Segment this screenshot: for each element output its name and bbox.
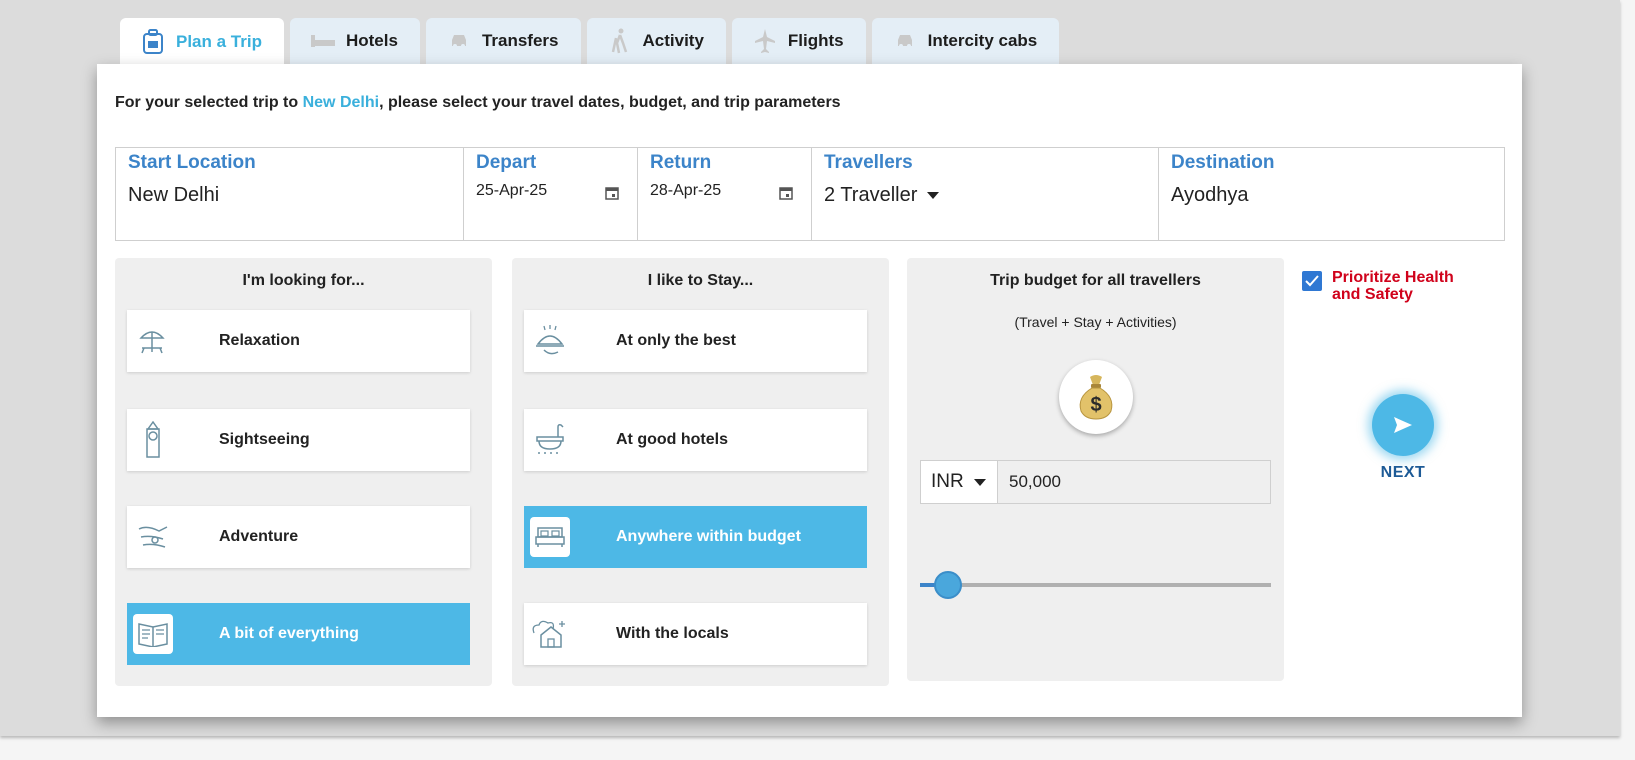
travellers-value: 2 Traveller: [824, 184, 918, 206]
option-a-bit-of-everything[interactable]: A bit of everything: [127, 603, 470, 665]
glider-icon: [133, 517, 173, 557]
budget-subtitle: (Travel + Stay + Activities): [1014, 314, 1177, 330]
trip-planner-card: For your selected trip to New Delhi, ple…: [97, 64, 1522, 717]
tab-activity[interactable]: Activity: [586, 18, 726, 64]
health-safety-label: Prioritize Health and Safety: [1332, 269, 1454, 303]
depart-field[interactable]: Depart 25-Apr-25: [464, 148, 638, 240]
destination-field[interactable]: Destination Ayodhya: [1159, 148, 1504, 240]
tab-plan-a-trip[interactable]: Plan a Trip: [120, 18, 284, 65]
option-label: With the locals: [616, 625, 729, 642]
tab-hotels[interactable]: Hotels: [289, 18, 420, 64]
chevron-down-icon: [927, 192, 940, 200]
budget-panel: Trip budget for all travellers (Travel +…: [907, 258, 1284, 681]
option-label: Anywhere within budget: [616, 528, 801, 545]
next-label[interactable]: NEXT: [1369, 464, 1437, 482]
option-sightseeing[interactable]: Sightseeing: [127, 409, 470, 471]
clock-tower-icon: [133, 420, 173, 460]
option-with-the-locals[interactable]: With the locals: [524, 603, 867, 665]
chevron-down-icon: [973, 478, 986, 486]
option-anywhere-within-budget[interactable]: Anywhere within budget: [524, 506, 867, 568]
looking-for-title: I'm looking for...: [242, 272, 365, 289]
money-bag-icon: $: [1059, 360, 1133, 434]
intro-suffix: , please select your travel dates, budge…: [379, 94, 841, 111]
svg-text:$: $: [1090, 394, 1101, 416]
option-label: Sightseeing: [219, 431, 310, 448]
tab-bar: Plan a Trip Hotels Transfers Activity Fl…: [120, 18, 1060, 65]
tab-intercity-cabs[interactable]: Intercity cabs: [871, 18, 1060, 64]
health-safety-checkbox[interactable]: Prioritize Health and Safety: [1302, 269, 1482, 303]
travellers-field[interactable]: Travellers 2 Traveller: [812, 148, 1159, 240]
bed-icon: [308, 26, 338, 56]
tab-label: Transfers: [481, 31, 559, 50]
option-at-only-the-best[interactable]: At only the best: [524, 310, 867, 372]
map-book-icon: [133, 614, 173, 654]
page-background: Plan a Trip Hotels Transfers Activity Fl…: [0, 0, 1620, 736]
return-label: Return: [650, 152, 712, 173]
option-label: At only the best: [616, 332, 737, 349]
tab-transfers[interactable]: Transfers: [425, 18, 581, 64]
tab-label: Plan a Trip: [176, 31, 262, 51]
intro-prefix: For your selected trip to: [115, 94, 303, 111]
backpack-icon: [138, 27, 168, 57]
travellers-label: Travellers: [824, 152, 913, 173]
plane-icon: [750, 26, 780, 56]
hiker-icon: [605, 26, 635, 56]
tab-label: Activity: [642, 31, 704, 50]
calendar-icon[interactable]: [605, 186, 619, 200]
intro-city: New Delhi: [302, 94, 380, 111]
depart-label: Depart: [476, 152, 537, 173]
send-arrow-icon: [1394, 417, 1412, 433]
start-location-label: Start Location: [128, 152, 256, 173]
option-label: At good hotels: [616, 431, 728, 448]
destination-value: Ayodhya: [1171, 184, 1249, 206]
budget-slider-thumb[interactable]: [934, 571, 963, 599]
cloche-icon: [530, 321, 570, 361]
car-icon: [444, 26, 474, 56]
calendar-icon[interactable]: [779, 186, 793, 200]
return-field[interactable]: Return 28-Apr-25: [638, 148, 812, 240]
option-at-good-hotels[interactable]: At good hotels: [524, 409, 867, 471]
bathtub-icon: [530, 420, 570, 460]
tab-label: Hotels: [345, 31, 398, 50]
bed-icon: [530, 517, 570, 557]
return-value: 28-Apr-25: [650, 182, 722, 199]
tab-label: Intercity cabs: [927, 31, 1038, 50]
looking-for-panel: I'm looking for... Relaxation Sightseein…: [115, 258, 492, 686]
option-relaxation[interactable]: Relaxation: [127, 310, 470, 372]
checkmark-icon[interactable]: [1302, 271, 1322, 291]
currency-value: INR: [931, 471, 964, 492]
stay-title: I like to Stay...: [647, 272, 754, 289]
intro-text: For your selected trip to New Delhi, ple…: [115, 94, 841, 112]
start-location-value: New Delhi: [128, 184, 220, 206]
start-location-field[interactable]: Start Location New Delhi: [116, 148, 464, 240]
destination-label: Destination: [1171, 152, 1275, 173]
travellers-dropdown[interactable]: 2 Traveller: [824, 184, 1146, 207]
house-tree-icon: [530, 614, 570, 654]
budget-amount-input[interactable]: [997, 460, 1271, 504]
option-label: A bit of everything: [219, 625, 359, 642]
tab-label: Flights: [787, 31, 844, 50]
stay-panel: I like to Stay... At only the best At go…: [512, 258, 889, 686]
trip-fields: Start Location New Delhi Depart 25-Apr-2…: [115, 147, 1505, 241]
tab-flights[interactable]: Flights: [731, 18, 866, 64]
option-adventure[interactable]: Adventure: [127, 506, 470, 568]
option-label: Adventure: [219, 528, 299, 545]
depart-value: 25-Apr-25: [476, 182, 548, 199]
next-button[interactable]: [1372, 394, 1434, 456]
beach-umbrella-icon: [133, 321, 173, 361]
budget-slider[interactable]: [920, 571, 1271, 599]
currency-select[interactable]: INR: [920, 460, 998, 504]
budget-title: Trip budget for all travellers: [990, 272, 1201, 289]
cab-icon: [890, 26, 920, 56]
option-label: Relaxation: [219, 332, 300, 349]
